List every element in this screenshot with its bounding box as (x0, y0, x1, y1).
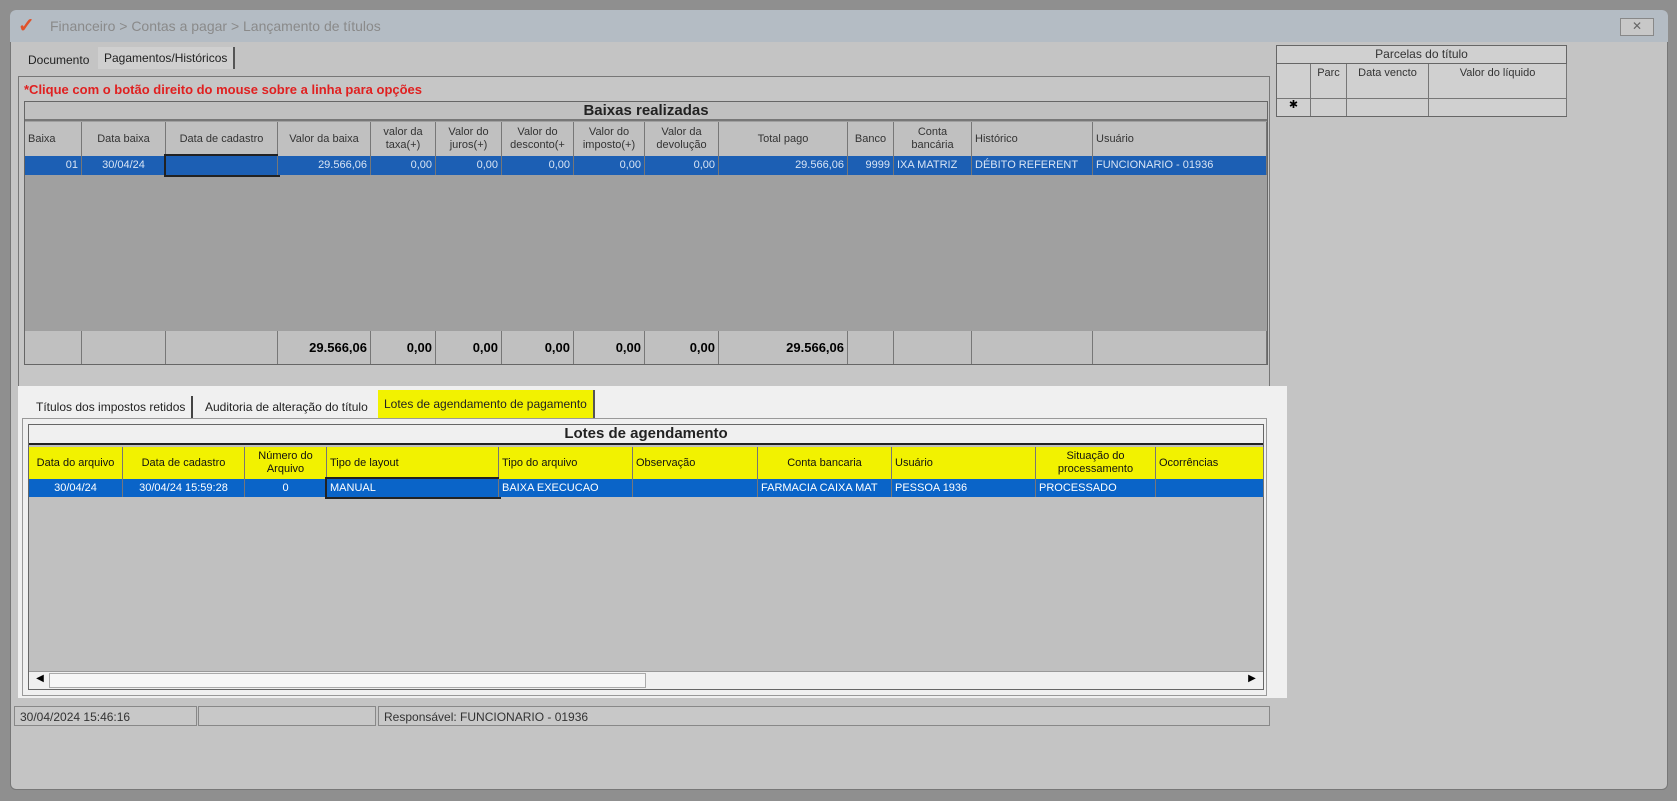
table-cell[interactable]: FUNCIONARIO - 01936 (1093, 156, 1267, 175)
total-cell: 0,00 (371, 331, 436, 364)
window-title: Financeiro > Contas a pagar > Lançamento… (50, 18, 381, 34)
table-cell[interactable]: 9999 (848, 156, 894, 175)
total-cell (972, 331, 1093, 364)
lotes-grid: Lotes de agendamento ◀ ▶ Data do arquivo… (28, 424, 1264, 690)
tab-documento[interactable]: Documento (22, 49, 95, 71)
column-header[interactable]: valor da taxa(+) (371, 122, 436, 156)
total-cell (1093, 331, 1267, 364)
parcelas-title: Parcelas do título (1277, 46, 1566, 64)
table-cell[interactable]: PROCESSADO (1036, 479, 1156, 497)
column-header[interactable]: Situação do processamento (1036, 447, 1156, 479)
table-cell[interactable]: 0 (245, 479, 327, 497)
total-cell (82, 331, 166, 364)
column-header[interactable]: Observação (633, 447, 758, 479)
column-header[interactable]: Histórico (972, 122, 1093, 156)
total-cell: 0,00 (574, 331, 645, 364)
close-button[interactable]: ✕ (1620, 18, 1654, 36)
table-cell[interactable] (1156, 479, 1264, 497)
table-cell[interactable] (633, 479, 758, 497)
table-cell[interactable]: IXA MATRIZ (894, 156, 972, 175)
column-header[interactable]: Data baixa (82, 122, 166, 156)
table-cell[interactable] (1429, 99, 1567, 116)
hint-text: *Clique com o botão direito do mouse sob… (24, 82, 423, 97)
column-header[interactable]: Data de cadastro (166, 122, 278, 156)
total-cell (25, 331, 82, 364)
lotes-title: Lotes de agendamento (29, 425, 1263, 445)
table-cell[interactable]: 30/04/24 (29, 479, 123, 497)
total-cell: 29.566,06 (719, 331, 848, 364)
table-cell[interactable] (1311, 82, 1347, 99)
parcelas-grid: Parcelas do título ✱ Parc Data vencto Valor… (1276, 45, 1567, 117)
column-header[interactable]: Valor da baixa (278, 122, 371, 156)
column-header[interactable]: Usuário (1093, 122, 1267, 156)
total-cell: 0,00 (436, 331, 502, 364)
tab-auditoria[interactable]: Auditoria de alteração do título (199, 396, 374, 418)
table-cell[interactable] (1277, 82, 1311, 99)
app-logo-icon: ✓ (18, 15, 35, 37)
new-row-marker-icon[interactable]: ✱ (1277, 99, 1311, 116)
column-header[interactable]: Valor da devolução (645, 122, 719, 156)
table-cell[interactable]: PESSOA 1936 (892, 479, 1036, 497)
column-header[interactable]: Banco (848, 122, 894, 156)
table-cell[interactable] (1429, 82, 1567, 99)
table-cell[interactable]: DÉBITO REFERENT (972, 156, 1093, 175)
table-cell[interactable]: 30/04/24 15:59:28 (123, 479, 245, 497)
table-cell[interactable]: 29.566,06 (278, 156, 371, 175)
status-datetime: 30/04/2024 15:46:16 (14, 706, 197, 726)
column-header[interactable]: Valor do imposto(+) (574, 122, 645, 156)
column-header[interactable]: Valor do líquido (1429, 64, 1567, 82)
column-header[interactable]: Número do Arquivo (245, 447, 327, 479)
column-header[interactable]: Tipo do arquivo (499, 447, 633, 479)
column-header[interactable]: Ocorrências (1156, 447, 1264, 479)
table-cell[interactable]: 01 (25, 156, 82, 175)
total-cell: 0,00 (645, 331, 719, 364)
column-header[interactable]: Tipo de layout (327, 447, 499, 479)
scroll-left-icon[interactable]: ◀ (31, 673, 49, 688)
column-header[interactable]: Valor do desconto(+ (502, 122, 574, 156)
column-header[interactable]: Valor do juros(+) (436, 122, 502, 156)
table-cell[interactable]: 30/04/24 (82, 156, 166, 175)
column-header[interactable]: Conta bancaria (758, 447, 892, 479)
column-header[interactable]: Conta bancária (894, 122, 972, 156)
table-cell[interactable]: MANUAL (325, 477, 501, 499)
scrollbar-thumb[interactable] (49, 673, 646, 688)
tab-pagamentos-historicos[interactable]: Pagamentos/Históricos (98, 47, 236, 69)
table-cell[interactable]: 0,00 (502, 156, 574, 175)
total-cell: 29.566,06 (278, 331, 371, 364)
table-cell[interactable]: 0,00 (645, 156, 719, 175)
status-middle (198, 706, 376, 726)
horizontal-scrollbar[interactable]: ◀ ▶ (29, 671, 1263, 689)
column-header[interactable]: Parc (1311, 64, 1347, 82)
column-header[interactable]: Usuário (892, 447, 1036, 479)
table-cell[interactable]: 29.566,06 (719, 156, 848, 175)
title-bar: Financeiro > Contas a pagar > Lançamento… (10, 10, 1668, 42)
tab-titulos-impostos[interactable]: Títulos dos impostos retidos (30, 396, 194, 418)
table-cell[interactable]: 0,00 (574, 156, 645, 175)
baixas-grid: Baixas realizadas Baixa 01 Data baixa 30/04… (24, 101, 1268, 365)
table-cell[interactable] (164, 154, 280, 177)
status-responsavel: Responsável: FUNCIONARIO - 01936 (378, 706, 1270, 726)
table-cell[interactable]: 0,00 (371, 156, 436, 175)
table-cell[interactable]: BAIXA EXECUCAO (499, 479, 633, 497)
column-header[interactable]: Data vencto (1347, 64, 1429, 82)
total-cell (894, 331, 972, 364)
tab-lotes-agendamento[interactable]: Lotes de agendamento de pagamento (378, 390, 595, 418)
table-cell[interactable] (1347, 82, 1429, 99)
column-header[interactable]: Baixa (25, 122, 82, 156)
total-cell (166, 331, 278, 364)
table-cell[interactable]: FARMACIA CAIXA MAT (758, 479, 892, 497)
total-cell (848, 331, 894, 364)
scroll-right-icon[interactable]: ▶ (1243, 673, 1261, 688)
table-cell[interactable] (1347, 99, 1429, 116)
column-header[interactable] (1277, 64, 1311, 82)
total-cell: 0,00 (502, 331, 574, 364)
table-cell[interactable] (1311, 99, 1347, 116)
baixas-title: Baixas realizadas (25, 102, 1267, 121)
table-cell[interactable]: 0,00 (436, 156, 502, 175)
column-header[interactable]: Data do arquivo (29, 447, 123, 479)
column-header[interactable]: Total pago (719, 122, 848, 156)
column-header[interactable]: Data de cadastro (123, 447, 245, 479)
